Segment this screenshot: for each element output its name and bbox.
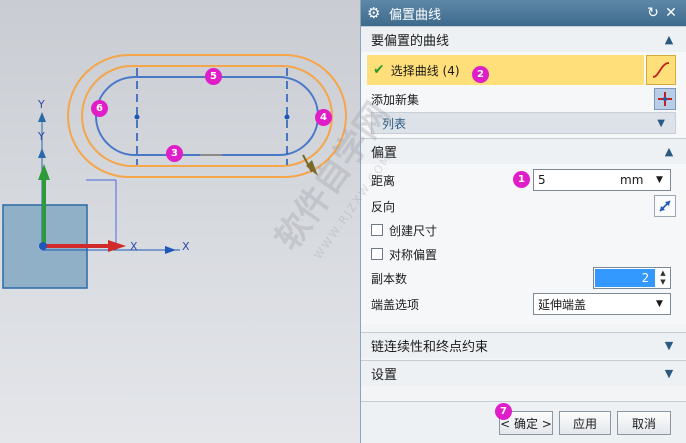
section-chain-title: 链连续性和终点约束 — [371, 340, 489, 355]
copies-value[interactable]: 2 — [595, 269, 655, 287]
add-set-row: 添加新集 — [371, 86, 676, 112]
symmetric-row[interactable]: 对称偏置 — [371, 242, 676, 266]
distance-input[interactable]: 5 mm ▼ — [533, 169, 671, 191]
select-curve-bar[interactable]: ✔ 选择曲线 (4) — [367, 55, 644, 85]
section-settings-header[interactable]: 设置 ▼ — [361, 360, 686, 386]
badge-3: 3 — [166, 145, 183, 162]
reset-icon[interactable]: ↻ — [644, 5, 662, 21]
dialog-title: 偏置曲线 — [389, 7, 442, 23]
chevron-down-icon[interactable]: ▼ — [662, 367, 676, 380]
badge-4: 4 — [315, 109, 332, 126]
section-offset-header[interactable]: 偏置 ▲ — [361, 138, 686, 164]
dropdown-arrow-icon[interactable]: ▼ — [656, 175, 670, 185]
offset-curve-dialog: ⚙ 偏置曲线 ↻ ✕ 要偏置的曲线 ▲ ✔ 选择曲线 (4) 添加新集 列表 ▼ — [360, 0, 686, 443]
create-dim-label: 创建尺寸 — [389, 223, 438, 238]
list-label: 列表 — [382, 116, 407, 131]
symmetric-label: 对称偏置 — [389, 247, 438, 262]
reverse-direction-button[interactable] — [654, 195, 676, 217]
badge-1: 1 — [513, 171, 530, 188]
section-curves-body: ✔ 选择曲线 (4) 添加新集 列表 ▼ — [361, 52, 686, 138]
section-offset-title: 偏置 — [371, 146, 398, 161]
copies-spinner[interactable]: 2 ▲ ▼ — [593, 267, 671, 289]
cancel-button[interactable]: 取消 — [617, 411, 671, 435]
check-icon: ✔ — [373, 62, 385, 78]
add-set-label: 添加新集 — [371, 92, 420, 107]
cap-select[interactable]: 延伸端盖 ▼ — [533, 293, 671, 315]
chevron-up-icon[interactable]: ▲ — [662, 145, 676, 158]
badge-7: 7 — [495, 403, 512, 420]
add-plus-icon — [658, 92, 672, 106]
select-curve-label: 选择曲线 (4) — [390, 63, 460, 78]
badge-6: 6 — [91, 100, 108, 117]
chevron-down-icon[interactable]: ▼ — [657, 118, 665, 129]
symmetric-checkbox[interactable] — [371, 248, 383, 260]
badge-2: 2 — [472, 66, 489, 83]
add-set-button[interactable] — [654, 88, 676, 110]
spinner-arrows-icon[interactable]: ▲ ▼ — [656, 269, 670, 287]
section-curves-header[interactable]: 要偏置的曲线 ▲ — [361, 26, 686, 52]
dialog-footer: < 确定 > 应用 取消 7 — [361, 401, 686, 443]
badge-5: 5 — [205, 68, 222, 85]
reverse-arrow-icon — [659, 200, 671, 212]
dropdown-arrow-icon[interactable]: ▼ — [656, 299, 670, 309]
section-offset-body: 距离 5 mm ▼ 1 反向 创建尺寸 对称偏置 副本数 2 ▲ ▼ 端盖选项 … — [361, 164, 686, 324]
chevron-up-icon[interactable]: ▲ — [662, 33, 676, 46]
distance-value: 5 — [538, 173, 546, 187]
section-chain-header[interactable]: 链连续性和终点约束 ▼ — [361, 332, 686, 358]
curve-icon — [652, 62, 670, 78]
original-curve — [95, 76, 319, 156]
select-curve-row[interactable]: ✔ 选择曲线 (4) — [367, 54, 676, 86]
axis-label-x2: X — [182, 240, 190, 253]
section-curves-title: 要偏置的曲线 — [371, 34, 450, 49]
axis-label-y: Y — [37, 98, 45, 111]
axis-label-x: X — [130, 240, 138, 253]
viewport-drawing: Y Y X X — [2, 54, 347, 289]
create-dim-row[interactable]: 创建尺寸 — [371, 218, 676, 242]
curve-select-button[interactable] — [646, 55, 676, 85]
reverse-row: 反向 — [371, 194, 676, 218]
graphics-viewport[interactable]: Y Y X X 5 6 4 3 — [0, 0, 360, 443]
gear-icon: ⚙ — [367, 4, 381, 22]
apply-button[interactable]: 应用 — [559, 411, 611, 435]
cap-value: 延伸端盖 — [538, 297, 587, 312]
distance-unit: mm — [620, 173, 644, 187]
section-settings-title: 设置 — [371, 368, 398, 383]
chevron-down-icon[interactable]: ▼ — [662, 339, 676, 352]
list-toggle[interactable]: 列表 ▼ — [371, 112, 676, 134]
close-icon[interactable]: ✕ — [662, 5, 680, 21]
dialog-titlebar: ⚙ 偏置曲线 ↻ ✕ — [361, 0, 686, 26]
reverse-label: 反向 — [371, 199, 396, 214]
create-dim-checkbox[interactable] — [371, 224, 383, 236]
axis-label-y2: Y — [37, 130, 45, 143]
